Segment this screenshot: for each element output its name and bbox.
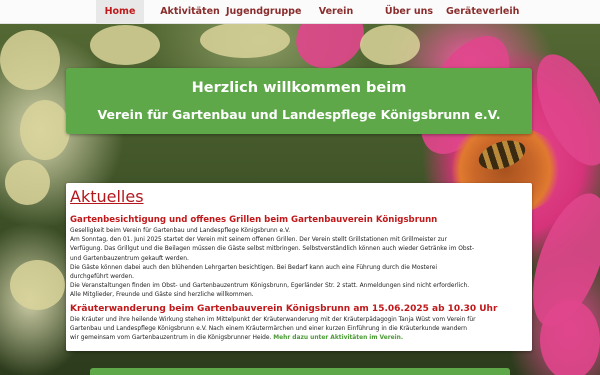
main-navigation: Home Aktivitäten Jugendgruppe Verein Übe… [0, 0, 600, 24]
article-line: Gartenbau und Landespflege Königsbrunn e… [70, 325, 468, 332]
article-title-kraeuterwanderung: Kräuterwanderung beim Gartenbauverein Kö… [70, 303, 498, 314]
more-info-link[interactable]: Mehr dazu unter Aktivitäten im Verein. [273, 335, 403, 341]
nav-item-verein[interactable]: Verein [310, 0, 362, 24]
article-line: Verfügung. Das Grillgut und die Beilagen… [70, 246, 475, 253]
article-line: Die Kräuter und ihre heilende Wirkung st… [70, 316, 476, 323]
next-banner-box [90, 368, 510, 375]
article-line: durchgeführt werden. [70, 274, 134, 281]
nav-item-aktivitaeten[interactable]: Aktivitäten [158, 0, 222, 24]
article-line-text: wir gemeinsam vom Gartenbauzentrum in di… [70, 335, 272, 342]
nav-item-home[interactable]: Home [96, 0, 144, 24]
news-panel: Aktuelles Gartenbesichtigung und offenes… [66, 183, 532, 351]
article-line: Geselligkeit beim Verein für Gartenbau u… [70, 228, 291, 234]
article-line: und Gartenbauzentrum gekauft werden. [70, 255, 189, 262]
article-line: Alle Mitglieder, Freunde und Gäste sind … [70, 292, 254, 299]
news-heading: Aktuelles [70, 187, 144, 206]
welcome-banner: Herzlich willkommen beim Verein für Gart… [66, 68, 532, 134]
nav-item-geraeteverleih[interactable]: Geräteverleih [446, 0, 519, 24]
nav-item-jugendgruppe[interactable]: Jugendgruppe [226, 0, 301, 24]
article-title-grillen: Gartenbesichtigung und offenes Grillen b… [70, 215, 438, 225]
article-line: Die Gäste können dabei auch den blühende… [70, 264, 438, 271]
welcome-subtitle: Verein für Gartenbau und Landespflege Kö… [97, 107, 501, 122]
article-line: Am Sonntag, den 01. Juni 2025 startet de… [70, 237, 447, 244]
welcome-title: Herzlich willkommen beim [191, 80, 407, 96]
article-line: Die Veranstaltungen finden im Obst- und … [70, 283, 470, 290]
nav-item-ueber-uns[interactable]: Über uns [380, 0, 438, 24]
article-line-last: wir gemeinsam vom Gartenbauzentrum in di… [70, 334, 528, 343]
